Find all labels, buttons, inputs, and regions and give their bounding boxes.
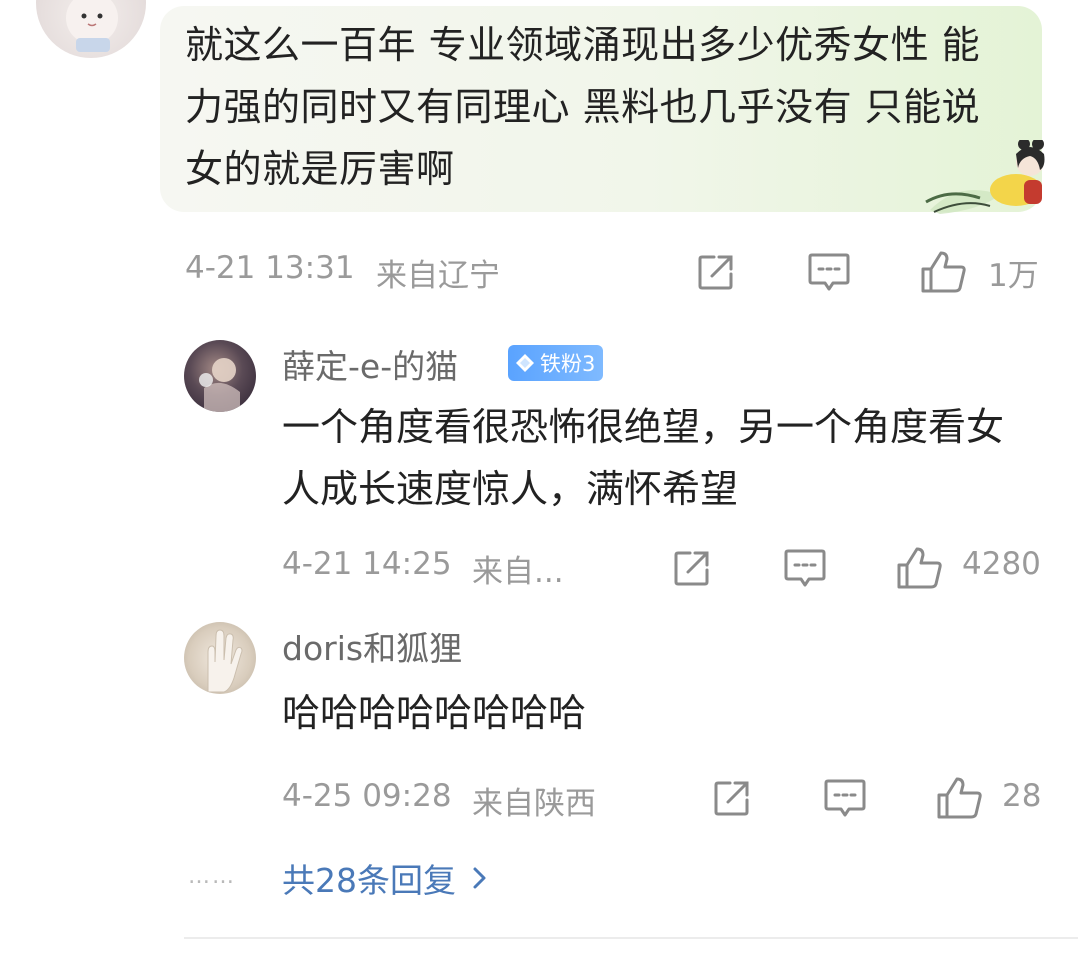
- top-comment-time: 4-21 13:31: [185, 250, 355, 286]
- avatar-bunny-image: [66, 0, 118, 52]
- like-icon: [921, 251, 966, 293]
- comment-button[interactable]: [782, 546, 828, 590]
- share-icon: [674, 551, 709, 586]
- avatar[interactable]: [184, 622, 256, 694]
- view-all-replies-label: 共28条回复: [282, 861, 456, 900]
- reply-location: 来自陕西: [472, 786, 596, 822]
- view-all-replies-link[interactable]: 共28条回复: [282, 854, 490, 902]
- avatar[interactable]: [184, 340, 256, 412]
- more-dots: ……: [188, 864, 236, 889]
- avatar-image: [199, 358, 240, 412]
- reply-time: 4-25 09:28: [282, 778, 452, 814]
- top-comment-text: 就这么一百年 专业领域涌现出多少优秀女性 能力强的同时又有同理心 黑料也几乎没有…: [185, 23, 981, 191]
- comment-icon: [784, 549, 826, 587]
- like-button[interactable]: [894, 544, 946, 592]
- comment-button[interactable]: [806, 250, 852, 294]
- comment-icon: [808, 253, 850, 291]
- chevron-right-icon: [473, 867, 486, 889]
- like-count: 1万: [988, 258, 1039, 294]
- share-icon: [698, 255, 733, 290]
- reply-nickname[interactable]: doris和狐狸: [282, 622, 462, 670]
- comment-icon: [824, 779, 866, 817]
- like-count: 4280: [962, 546, 1041, 582]
- like-count: 28: [1002, 778, 1042, 814]
- reply-time: 4-21 14:25: [282, 546, 452, 582]
- divider: [184, 937, 1078, 939]
- comment-button[interactable]: [822, 776, 868, 820]
- fan-badge-label: 铁粉3: [540, 352, 596, 376]
- reply-text: 一个角度看很恐怖很绝望，另一个角度看女人成长速度惊人，满怀希望: [282, 405, 1005, 511]
- like-button[interactable]: [918, 248, 970, 296]
- reply-location: 来自...: [472, 554, 564, 590]
- like-icon: [937, 777, 982, 819]
- top-comment-location: 来自辽宁: [376, 258, 500, 294]
- avatar[interactable]: [36, 0, 146, 58]
- share-button[interactable]: [670, 546, 714, 590]
- share-icon: [714, 781, 749, 816]
- fan-badge: 铁粉3: [508, 345, 604, 381]
- like-button[interactable]: [934, 774, 986, 822]
- share-button[interactable]: [710, 776, 754, 820]
- reply-nickname[interactable]: 薛定-e-的猫: [282, 340, 458, 388]
- share-button[interactable]: [694, 250, 738, 294]
- reply-text: 哈哈哈哈哈哈哈哈: [282, 691, 587, 735]
- diamond-icon: [516, 354, 534, 372]
- like-icon: [897, 547, 942, 589]
- hand-image: [207, 629, 243, 693]
